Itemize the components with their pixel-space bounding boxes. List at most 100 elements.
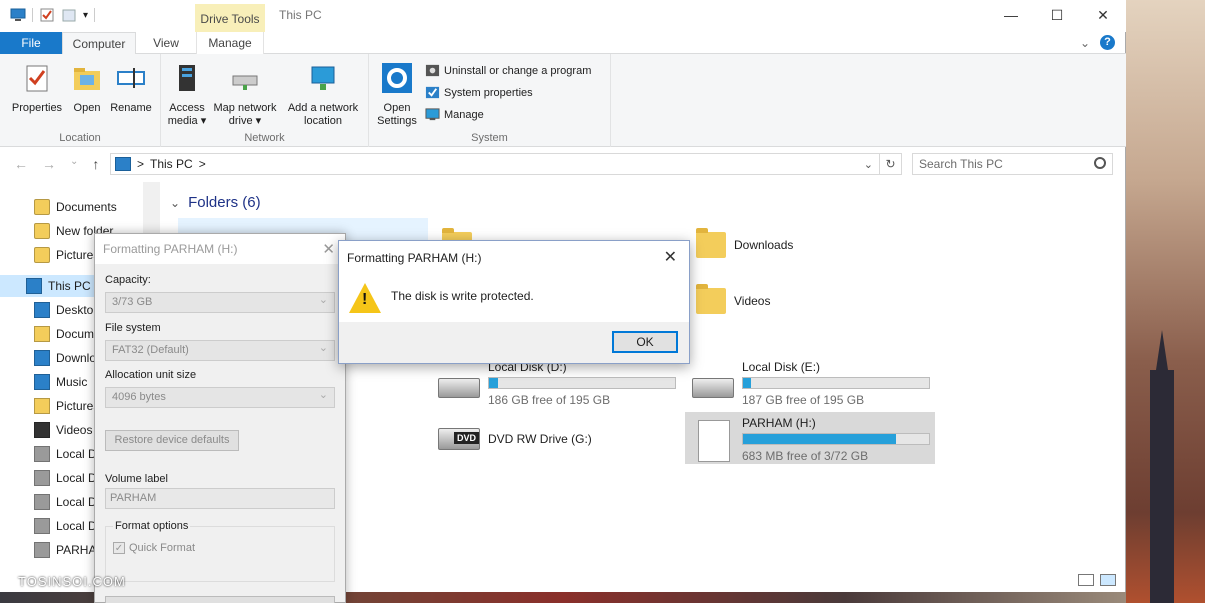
tab-manage[interactable]: Manage [196, 32, 264, 54]
folders-group-header[interactable]: ⌄ Folders (6) [170, 194, 261, 211]
address-dropdown-icon[interactable]: ⌄ [864, 158, 873, 171]
open-settings-label-1: Open [383, 102, 411, 114]
capacity-select[interactable]: 3/73 GB [105, 292, 335, 313]
sidebar-item-label: Pictures [56, 399, 100, 413]
drive-tile[interactable]: Local Disk (E:) 187 GB free of 195 GB [742, 360, 930, 407]
quick-format-checkbox[interactable]: ✓ Quick Format [113, 542, 195, 554]
folder-tile[interactable]: Videos [696, 284, 770, 314]
system-group-label: System [471, 132, 508, 144]
quick-format-label: Quick Format [129, 542, 196, 554]
network-group-label: Network [244, 132, 285, 144]
address-separator[interactable]: > [199, 157, 206, 171]
open-settings-button[interactable]: Open Settings [375, 62, 419, 128]
uninstall-label: Uninstall or change a program [444, 64, 592, 77]
drive-name: Local Disk (E:) [742, 360, 821, 374]
tab-computer[interactable]: Computer [62, 32, 136, 55]
search-input[interactable]: Search This PC [912, 153, 1113, 175]
properties-button[interactable]: Properties [8, 62, 66, 115]
watermark-text: TOSINSOI.COM [18, 574, 126, 589]
drive-tools-context-tab: Drive Tools [195, 4, 265, 32]
drive-free-space: 187 GB free of 195 GB [742, 393, 865, 407]
volume-label-input[interactable]: PARHAM [105, 488, 335, 509]
uninstall-program-button[interactable]: Uninstall or change a program [425, 63, 591, 78]
sidebar-item-icon [34, 542, 50, 558]
drive-tile[interactable]: PARHAM (H:) 683 MB free of 3/72 GB [742, 416, 930, 463]
large-icons-view-icon[interactable] [1100, 574, 1116, 586]
rename-button[interactable]: Rename [108, 62, 154, 115]
map-network-drive-button[interactable]: Map network drive ▾ [209, 62, 281, 128]
expand-ribbon-icon[interactable]: ⌄ [1080, 36, 1090, 50]
properties-label: Properties [11, 102, 63, 114]
customize-qat-icon[interactable]: ▾ [83, 10, 88, 21]
address-row: ← → ⌄ ↑ > This PC > ⌄ ↻ Search This PC [0, 148, 1126, 182]
window-title: This PC [279, 8, 322, 22]
map-drive-label-2: drive ▾ [228, 115, 262, 127]
properties-checklist-icon [26, 65, 48, 92]
sidebar-item-icon [34, 199, 50, 215]
sidebar-item[interactable]: Documents [0, 196, 143, 218]
restore-defaults-button[interactable]: Restore device defaults [105, 430, 239, 451]
address-bar[interactable]: > This PC > ⌄ [110, 153, 880, 175]
allocation-unit-select[interactable]: 4096 bytes [105, 387, 335, 408]
removable-drive-icon [698, 420, 730, 462]
access-media-label-1: Access [169, 102, 205, 114]
format-dialog-title: Formatting PARHAM (H:) [103, 242, 238, 256]
manage-label: Manage [444, 108, 484, 121]
properties-icon[interactable] [39, 7, 55, 23]
error-close-icon[interactable]: ✕ [664, 247, 677, 267]
ribbon-tabs: File Computer View Manage [0, 32, 1126, 55]
access-media-button[interactable]: Access media ▾ [167, 62, 207, 128]
drive-usage-bar [488, 377, 676, 389]
this-pc-icon [115, 157, 131, 171]
error-dialog-footer: OK [339, 322, 689, 363]
drive-tile[interactable]: Local Disk (D:) 186 GB free of 195 GB [488, 360, 676, 407]
add-network-location-button[interactable]: Add a network location [283, 62, 363, 128]
minimize-button[interactable]: — [988, 0, 1034, 30]
address-separator-first[interactable]: > [137, 157, 144, 171]
drive-usage-bar [742, 433, 930, 445]
back-arrow-icon[interactable]: ← [14, 156, 28, 172]
file-system-select[interactable]: FAT32 (Default) [105, 340, 335, 361]
maximize-button[interactable]: ☐ [1034, 0, 1080, 30]
collapse-chevron-icon[interactable]: ⌄ [170, 196, 180, 210]
hard-disk-icon [692, 378, 734, 398]
tab-file[interactable]: File [0, 32, 62, 54]
address-path[interactable]: This PC [150, 157, 193, 171]
new-folder-icon[interactable] [61, 7, 77, 23]
ribbon: Properties Open Rename Location Access m… [0, 54, 1126, 147]
forward-arrow-icon[interactable]: → [42, 156, 56, 172]
tab-view[interactable]: View [141, 32, 191, 54]
add-location-label-2: location [304, 115, 342, 127]
manage-button[interactable]: Manage [425, 107, 484, 122]
warning-exclamation: ! [362, 291, 368, 308]
folders-header-label: Folders (6) [188, 194, 261, 211]
error-message: The disk is write protected. [391, 289, 534, 303]
sidebar-item-label: Music [56, 375, 88, 389]
ok-button[interactable]: OK [612, 331, 678, 353]
dvd-drive-tile[interactable]: DVD DVD RW Drive (G:) [438, 420, 678, 464]
format-close-icon[interactable]: ✕ [322, 240, 335, 258]
help-icon[interactable]: ? [1100, 35, 1115, 50]
rename-label: Rename [110, 102, 152, 114]
system-properties-button[interactable]: System properties [425, 85, 533, 100]
details-view-icon[interactable] [1078, 574, 1094, 586]
drive-usage-fill [743, 434, 896, 444]
error-dialog-title-bar: Formatting PARHAM (H:) ✕ [339, 241, 689, 273]
quick-access-toolbar: ▾ [10, 7, 96, 23]
format-dialog-title-bar: Formatting PARHAM (H:) ✕ [95, 234, 345, 264]
sidebar-item-icon [34, 223, 50, 239]
up-arrow-icon[interactable]: ↑ [92, 156, 99, 172]
format-start-button-partial[interactable] [105, 596, 335, 603]
sidebar-item-label: Videos [56, 423, 93, 437]
close-button[interactable]: ✕ [1080, 0, 1126, 30]
open-folder-icon [74, 68, 100, 90]
hard-disk-icon [438, 378, 480, 398]
refresh-button[interactable]: ↻ [880, 153, 902, 175]
file-system-label: File system [105, 322, 161, 334]
open-settings-label-2: Settings [377, 115, 417, 127]
format-options-box [105, 526, 335, 582]
open-button[interactable]: Open [68, 62, 106, 115]
folder-tile[interactable]: Downloads [696, 228, 793, 258]
recent-locations-icon[interactable]: ⌄ [70, 156, 78, 172]
rename-icon [117, 68, 145, 88]
